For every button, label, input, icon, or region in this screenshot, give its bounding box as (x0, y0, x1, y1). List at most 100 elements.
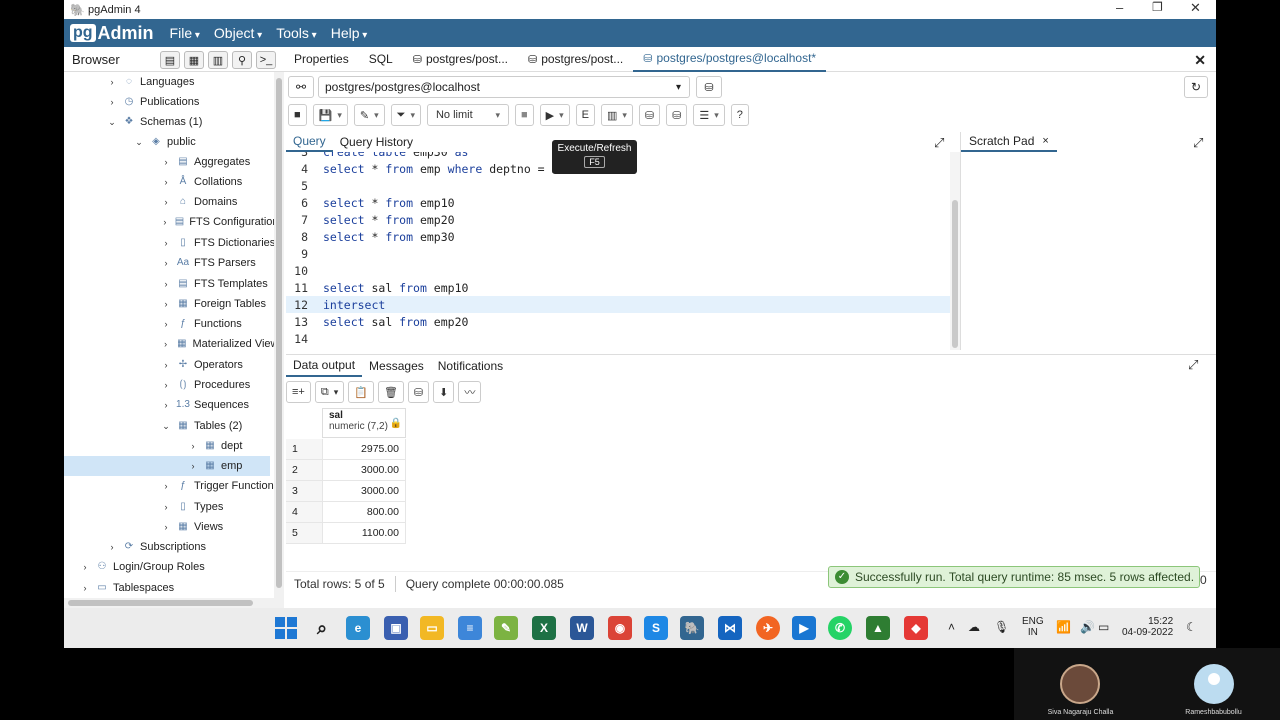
tree-item-languages[interactable]: › ◌ Languages (64, 72, 274, 92)
sql-editor[interactable]: 3 create table emp30 as 4 select * from emp… (286, 152, 950, 350)
rollback-button[interactable]: ⛁ (666, 104, 688, 126)
editor-line[interactable]: 12 intersect (286, 296, 950, 313)
delete-icon[interactable]: 🗑 (377, 381, 404, 403)
chevron-right-icon[interactable]: › (160, 299, 172, 309)
app-tree-icon[interactable]: ▲ (866, 616, 890, 640)
chevron-right-icon[interactable]: › (160, 522, 172, 532)
tree-item-emp[interactable]: › ▦ emp (64, 456, 270, 476)
chevron-right-icon[interactable]: › (160, 197, 172, 207)
menu-object[interactable]: Object (214, 25, 262, 41)
chevron-right-icon[interactable]: › (79, 583, 91, 593)
wifi-icon[interactable]: 📶 (1056, 620, 1071, 634)
chevron-right-icon[interactable]: › (160, 157, 172, 167)
macros-button[interactable]: ☰ ▾ (693, 104, 725, 126)
tab-query-history[interactable]: Query History (333, 132, 420, 152)
tree-item-schemas-1[interactable]: ⌄ ❖ Schemas (1) (64, 112, 274, 132)
editor-line[interactable]: 9 (286, 245, 950, 262)
editor-line[interactable]: 11 select sal from emp10 (286, 279, 950, 296)
editor-line[interactable]: 10 (286, 262, 950, 279)
row-number[interactable]: 2 (286, 460, 322, 481)
filter-button[interactable]: ⏷ ▾ (390, 104, 421, 126)
cell-sal[interactable]: 1100.00 (322, 523, 406, 544)
table-row[interactable]: 5 1100.00 (286, 523, 406, 544)
chrome-icon[interactable]: ◉ (608, 616, 632, 640)
row-number[interactable]: 1 (286, 439, 322, 460)
clock[interactable]: 15:22 04-09-2022 (1122, 616, 1173, 638)
editor-line[interactable]: 7 select * from emp20 (286, 211, 950, 228)
chevron-right-icon[interactable]: › (160, 279, 172, 289)
chevron-right-icon[interactable]: › (160, 360, 172, 370)
tree-item-operators[interactable]: › ✢ Operators (64, 355, 274, 375)
expand-editor-icon[interactable]: ⤢ (934, 135, 944, 151)
tab-scratch-pad[interactable]: Scratch Pad × (961, 132, 1057, 152)
chevron-down-icon[interactable]: ⌄ (133, 137, 145, 148)
tree-item-subscriptions[interactable]: › ⟳ Subscriptions (64, 537, 274, 557)
excel-icon[interactable]: X (532, 616, 556, 640)
table-row[interactable]: 2 3000.00 (286, 460, 406, 481)
speaker-icon[interactable]: 🔊 (1080, 620, 1095, 634)
tree-item-domains[interactable]: › ⌂ Domains (64, 192, 274, 212)
execute-button[interactable]: ▶ ▾ (539, 104, 570, 126)
cell-sal[interactable]: 2975.00 (322, 439, 406, 460)
tab-properties[interactable]: Properties (284, 47, 359, 72)
chevron-right-icon[interactable]: › (160, 319, 172, 329)
editor-line[interactable]: 14 (286, 330, 950, 347)
cloud-icon[interactable]: ☁ (968, 620, 980, 634)
table-row[interactable]: 1 2975.00 (286, 439, 406, 460)
tree-item-fts-parsers[interactable]: › Aa FTS Parsers (64, 253, 274, 273)
explain-analyze-button[interactable]: ▥ ▾ (600, 104, 633, 126)
chevron-right-icon[interactable]: › (160, 217, 170, 227)
tab-query-1[interactable]: ⛁ postgres/post... (403, 47, 518, 72)
language-indicator[interactable]: ENG IN (1022, 616, 1044, 638)
tree-item-trigger-functions[interactable]: › ƒ Trigger Functions (64, 476, 275, 496)
postman-icon[interactable]: ✈ (756, 616, 780, 640)
anydesk-icon[interactable]: ◆ (904, 616, 928, 640)
graph-visualiser-icon[interactable]: 〰 (458, 381, 482, 403)
battery-icon[interactable]: ▭ (1098, 620, 1109, 634)
search-icon[interactable]: ⌕ (310, 616, 334, 640)
pgadmin-taskbar-icon[interactable]: 🐘 (680, 616, 704, 640)
editor-scrollbar[interactable] (950, 152, 960, 350)
save-file-button[interactable]: 💾 ▾ (312, 104, 348, 126)
tree-item-sequences[interactable]: › 1.3 Sequences (64, 395, 274, 415)
tab-query-active[interactable]: ⛁ postgres/postgres@localhost* (633, 47, 827, 72)
whatsapp-icon[interactable]: ✆ (828, 616, 852, 640)
word-icon[interactable]: W (570, 616, 594, 640)
tree-horizontal-scrollbar[interactable] (64, 598, 284, 608)
chevron-right-icon[interactable]: › (106, 542, 118, 552)
tree-item-collations[interactable]: › Å Collations (64, 172, 274, 192)
tree-vertical-scrollbar[interactable] (274, 72, 284, 598)
new-connection-icon[interactable]: ⛁ (696, 76, 722, 98)
chevron-right-icon[interactable]: › (187, 441, 199, 451)
menu-tools[interactable]: Tools (276, 25, 317, 41)
tab-sql[interactable]: SQL (359, 47, 403, 72)
tree-item-login-group-roles[interactable]: › ⚇ Login/Group Roles (64, 557, 274, 577)
paste-icon[interactable]: 📋 (348, 381, 374, 403)
cell-sal[interactable]: 3000.00 (322, 460, 406, 481)
skype-icon[interactable]: S (644, 616, 668, 640)
tab-data-output[interactable]: Data output (286, 355, 363, 377)
chevron-right-icon[interactable]: › (160, 380, 172, 390)
explain-button[interactable]: E (575, 104, 595, 126)
chevron-right-icon[interactable]: › (160, 258, 172, 268)
maximize-button[interactable]: ❐ (1152, 0, 1163, 14)
table-row[interactable]: 3 3000.00 (286, 481, 406, 502)
tree-item-procedures[interactable]: › ⟮⟯ Procedures (64, 375, 274, 395)
microphone-icon[interactable]: 🎙 (994, 620, 1009, 634)
tree-item-aggregates[interactable]: › ▤ Aggregates (64, 152, 274, 172)
close-scratch-icon[interactable]: × (1042, 135, 1048, 147)
cell-sal[interactable]: 3000.00 (322, 481, 406, 502)
table-view-icon[interactable]: ▦ (184, 51, 204, 69)
expand-output-icon[interactable]: ⤢ (1188, 357, 1198, 373)
editor-line[interactable]: 6 select * from emp10 (286, 194, 950, 211)
menu-help[interactable]: Help (331, 25, 368, 41)
close-window-button[interactable]: ✕ (1190, 0, 1201, 16)
tree-item-public[interactable]: ⌄ ◈ public (64, 132, 274, 152)
chevron-right-icon[interactable]: › (160, 481, 172, 491)
row-number[interactable]: 4 (286, 502, 322, 523)
windows-start-icon[interactable] (274, 616, 298, 640)
notepad-icon[interactable]: ≡ (458, 616, 482, 640)
stop-button[interactable]: ■ (514, 104, 534, 126)
row-number[interactable]: 3 (286, 481, 322, 502)
chevron-up-icon[interactable]: ˄ (948, 620, 955, 634)
